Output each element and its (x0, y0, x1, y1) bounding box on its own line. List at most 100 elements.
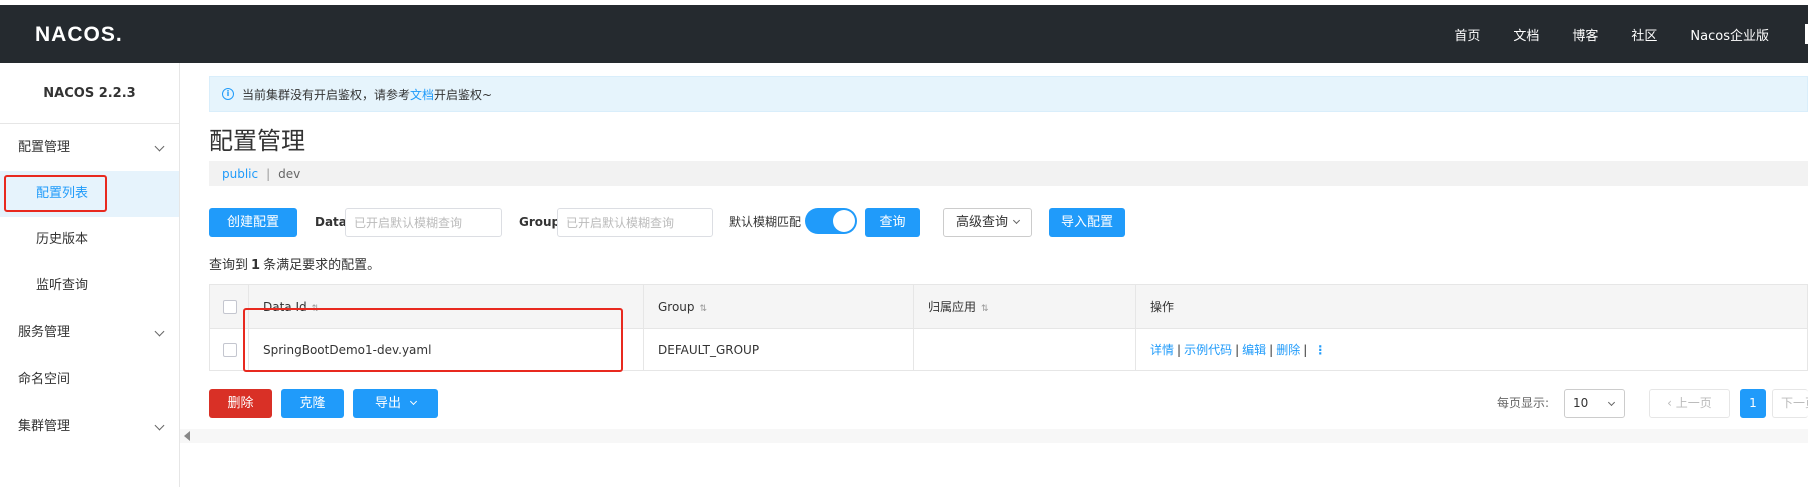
select-all-checkbox[interactable] (223, 299, 237, 314)
cell-app (913, 328, 1136, 371)
namespace-dev-label[interactable]: dev (278, 167, 300, 181)
page-size-select[interactable]: 10 (1564, 389, 1625, 418)
sidebar-group-label: 命名空间 (18, 372, 71, 387)
op-separator: | (1303, 343, 1308, 357)
sort-icon[interactable]: ⇅ (312, 304, 320, 314)
sort-icon[interactable]: ⇅ (700, 304, 708, 314)
breadcrumb-separator: | (266, 166, 271, 181)
config-table: Data Id ⇅ Group ⇅ 归属应用 ⇅ 操作 SpringBootDemo1… (209, 284, 1808, 371)
create-config-button[interactable]: 创建配置 (209, 208, 297, 237)
nav-blog-link[interactable]: 博客 (1572, 25, 1598, 44)
column-header-app[interactable]: 归属应用 ⇅ (913, 284, 1136, 329)
advanced-query-label: 高级查询 (955, 215, 1008, 230)
result-prefix: 查询到 (209, 258, 249, 273)
notice-prefix: 当前集群没有开启鉴权，请参考 (242, 87, 411, 102)
namespace-public-link[interactable]: public (222, 167, 258, 181)
sidebar-group-label: 配置管理 (18, 140, 71, 155)
notice-suffix: 开启鉴权~ (434, 87, 493, 102)
column-header-label: Group (658, 299, 695, 314)
clone-button[interactable]: 克隆 (281, 389, 344, 418)
op-separator: | (1177, 343, 1182, 357)
sidebar-item-history[interactable]: 历史版本 (0, 217, 179, 263)
edit-link[interactable]: 编辑 (1242, 343, 1266, 357)
nav-home-link[interactable]: 首页 (1454, 25, 1480, 44)
group-label: Group (519, 215, 561, 229)
sidebar-group-label: 集群管理 (18, 419, 71, 434)
sidebar-item-label: 配置列表 (36, 186, 89, 201)
sample-code-link[interactable]: 示例代码 (1184, 343, 1232, 357)
op-separator: | (1235, 343, 1240, 357)
table-footer: 删除 克隆 导出 每页显示: 10 ‹ 上一页 1 下一页 (209, 389, 1808, 419)
column-header-group[interactable]: Group ⇅ (643, 284, 914, 329)
page-size-value: 10 (1573, 396, 1589, 410)
sidebar-item-label: 监听查询 (36, 278, 89, 293)
next-page-label: 下一页 (1781, 396, 1808, 410)
notice-docs-link[interactable]: 文档 (410, 86, 434, 103)
column-header-label: Data Id (263, 299, 307, 314)
top-navbar: NACOS. 首页 文档 博客 社区 Nacos企业版 (0, 5, 1808, 63)
dataid-search-input[interactable] (345, 208, 502, 237)
version-label: NACOS 2.2.3 (0, 63, 179, 124)
sidebar-group-config[interactable]: 配置管理 (0, 124, 179, 171)
namespace-breadcrumb: public | dev (209, 161, 1808, 186)
page-1-button[interactable]: 1 (1740, 389, 1766, 418)
auth-notice: i 当前集群没有开启鉴权，请参考 文档 开启鉴权~ (209, 76, 1808, 112)
cell-dataid: SpringBootDemo1-dev.yaml (248, 328, 644, 371)
chevron-down-icon (409, 397, 418, 406)
horizontal-scrollbar[interactable] (180, 429, 1808, 443)
sidebar-group-namespace[interactable]: 命名空间 (0, 356, 179, 403)
page-title: 配置管理 (209, 127, 305, 155)
advanced-query-button[interactable]: 高级查询 (943, 208, 1032, 237)
column-header-label: 归属应用 (928, 300, 977, 314)
sidebar-item-config-list[interactable]: 配置列表 (0, 171, 179, 217)
group-search-input[interactable] (557, 208, 713, 237)
page-size-label: 每页显示: (1497, 396, 1550, 410)
row-select-cell (209, 328, 249, 371)
fuzzy-match-toggle[interactable] (805, 208, 857, 234)
table-header-row: Data Id ⇅ Group ⇅ 归属应用 ⇅ 操作 (209, 284, 1808, 329)
next-page-button[interactable]: 下一页 (1772, 389, 1808, 418)
nav-links: 首页 文档 博客 社区 Nacos企业版 (1454, 5, 1808, 63)
chevron-down-icon (1012, 216, 1021, 225)
prev-page-button[interactable]: ‹ 上一页 (1649, 389, 1730, 418)
chevron-down-icon (154, 141, 165, 152)
table-row: SpringBootDemo1-dev.yaml DEFAULT_GROUP 详… (209, 328, 1808, 371)
sort-icon[interactable]: ⇅ (981, 304, 989, 314)
row-checkbox[interactable] (223, 342, 237, 357)
result-count-text: 查询到 1 条满足要求的配置。 (209, 254, 380, 273)
cell-operations: 详情 | 示例代码 | 编辑 | 删除 | ⋮ (1135, 328, 1808, 371)
batch-delete-button[interactable]: 删除 (209, 389, 272, 418)
nav-docs-link[interactable]: 文档 (1513, 25, 1539, 44)
chevron-down-icon (1607, 398, 1616, 407)
scroll-left-icon[interactable] (184, 431, 190, 441)
export-label: 导出 (374, 396, 401, 411)
sidebar-group-services[interactable]: 服务管理 (0, 309, 179, 356)
info-icon: i (222, 88, 234, 100)
select-all-cell (209, 284, 249, 329)
query-button[interactable]: 查询 (865, 208, 920, 237)
op-separator: | (1269, 343, 1274, 357)
nav-community-link[interactable]: 社区 (1631, 25, 1657, 44)
fuzzy-match-label: 默认模糊匹配 (729, 215, 802, 229)
more-actions-icon[interactable]: ⋮ (1314, 343, 1326, 357)
nacos-logo[interactable]: NACOS. (35, 23, 123, 47)
column-header-ops: 操作 (1135, 284, 1808, 329)
sidebar: NACOS 2.2.3 配置管理 配置列表 历史版本 监听查询 服务管理 命名空… (0, 63, 180, 487)
search-toolbar: 创建配置 Data ID Group 默认模糊匹配 查询 高级查询 导入配置 + (209, 208, 1808, 238)
result-suffix: 条满足要求的配置。 (263, 258, 381, 273)
chevron-down-icon (154, 326, 165, 337)
nav-enterprise-link[interactable]: Nacos企业版 (1690, 25, 1769, 44)
sidebar-item-listeners[interactable]: 监听查询 (0, 263, 179, 309)
chevron-down-icon (154, 420, 165, 431)
sidebar-group-label: 服务管理 (18, 325, 71, 340)
export-button[interactable]: 导出 (353, 389, 438, 418)
detail-link[interactable]: 详情 (1150, 343, 1174, 357)
result-count: 1 (251, 258, 261, 273)
prev-page-label: 上一页 (1675, 396, 1712, 410)
import-config-button[interactable]: 导入配置 (1049, 208, 1125, 237)
main-content: i 当前集群没有开启鉴权，请参考 文档 开启鉴权~ 配置管理 public | de… (180, 63, 1808, 487)
sidebar-group-cluster[interactable]: 集群管理 (0, 403, 179, 450)
delete-link[interactable]: 删除 (1276, 343, 1300, 357)
column-header-dataid[interactable]: Data Id ⇅ (248, 284, 644, 329)
cell-group: DEFAULT_GROUP (643, 328, 914, 371)
